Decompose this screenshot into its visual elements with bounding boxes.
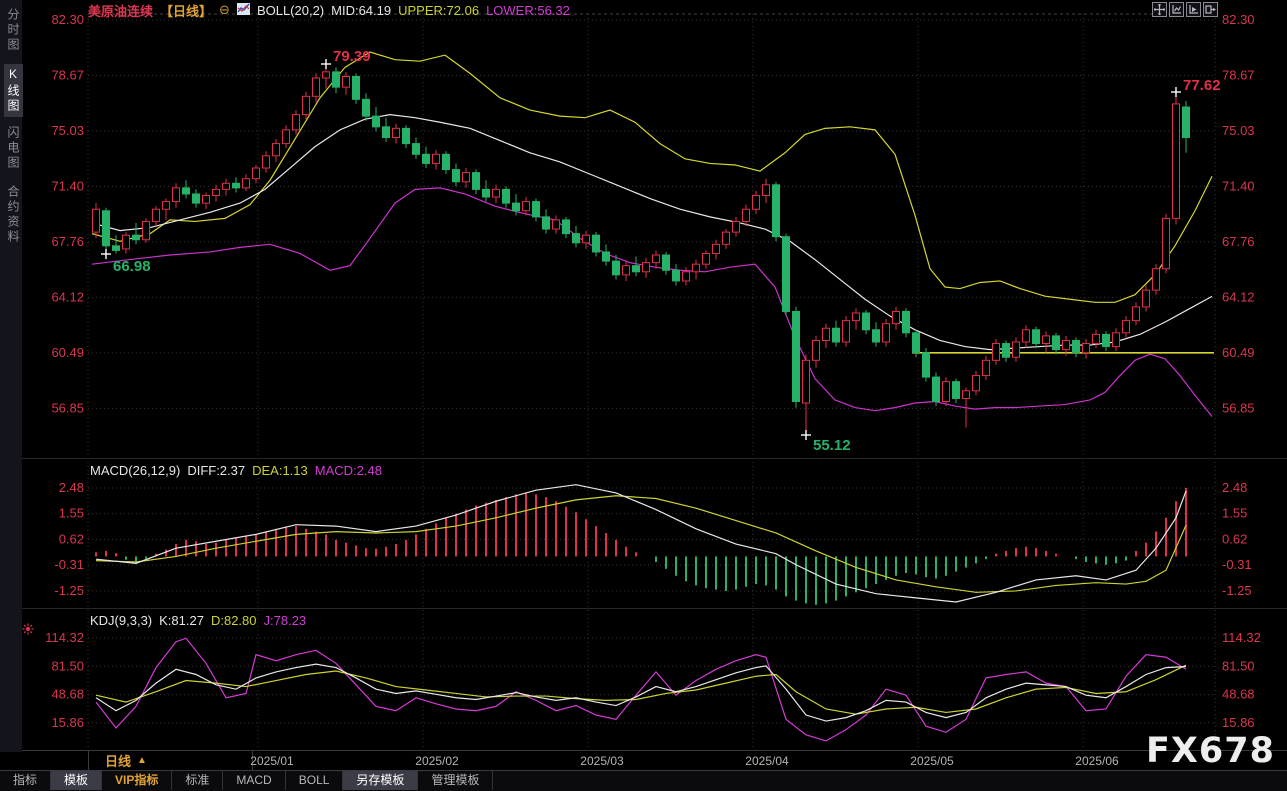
pan-icon[interactable] (1152, 2, 1167, 17)
kdj-j-value: J:78.23 (264, 613, 307, 628)
tab-vip-indicators[interactable]: VIP指标 (102, 771, 172, 790)
main-pane-header: 美原油连续 【日线】 ⊖ BOLL(20,2) MID:64.19 UPPER:… (88, 2, 570, 18)
svg-text:79.39: 79.39 (333, 48, 371, 65)
period-selector[interactable]: 日线 ▲ (88, 751, 253, 770)
svg-text:114.32: 114.32 (45, 630, 84, 645)
sidebar-item-timeline-chart[interactable]: 分时图 (4, 5, 23, 56)
chart-canvas[interactable]: 82.30 82.30 78.67 78.67 75.03 75.03 71.40 71.40… (0, 0, 1287, 752)
svg-text:114.32: 114.32 (1222, 630, 1261, 645)
svg-text:-1.25: -1.25 (54, 583, 84, 598)
sidebar-item-candle-chart[interactable]: K线图 (4, 64, 23, 117)
svg-text:67.76: 67.76 (51, 234, 84, 249)
x-axis-row: 日线 ▲ 2025/01 2025/02 2025/03 2025/04 2025/05… (0, 750, 1287, 771)
macd-macd-value: MACD:2.48 (315, 463, 382, 478)
svg-text:0.62: 0.62 (59, 531, 84, 546)
symbol-title: 美原油连续 (88, 1, 153, 20)
svg-text:66.98: 66.98 (113, 258, 151, 275)
axis-play-icon[interactable] (1186, 2, 1201, 17)
svg-text:75.03: 75.03 (51, 123, 84, 138)
svg-text:56.85: 56.85 (1222, 400, 1255, 415)
collapse-panel-icon[interactable] (1203, 2, 1218, 17)
annotations-layer: 79.39 66.98 55.12 77.62 (101, 48, 1221, 454)
svg-text:81.50: 81.50 (51, 658, 84, 673)
svg-text:81.50: 81.50 (1222, 658, 1255, 673)
svg-text:60.49: 60.49 (1222, 345, 1255, 360)
period-label: 【日线】 (160, 1, 212, 20)
svg-text:75.03: 75.03 (1222, 123, 1255, 138)
boll-param-label: BOLL(20,2) (257, 3, 324, 18)
svg-text:64.12: 64.12 (51, 289, 84, 304)
svg-text:71.40: 71.40 (1222, 178, 1255, 193)
svg-text:67.76: 67.76 (1222, 234, 1255, 249)
svg-text:48.68: 48.68 (1222, 687, 1255, 702)
boll-lower-value: LOWER:56.32 (486, 3, 570, 18)
svg-text:-0.31: -0.31 (54, 557, 84, 572)
macd-diff-value: DIFF:2.37 (187, 463, 245, 478)
svg-text:1.55: 1.55 (59, 506, 84, 521)
svg-text:56.85: 56.85 (51, 400, 84, 415)
svg-text:78.67: 78.67 (51, 67, 84, 82)
kdj-d-value: D:82.80 (211, 613, 257, 628)
sidebar-item-flash-chart[interactable]: 闪电图 (4, 123, 23, 174)
svg-text:78.67: 78.67 (1222, 67, 1255, 82)
fx678-watermark: FX678 (1146, 731, 1275, 771)
tab-boll[interactable]: BOLL (286, 771, 344, 790)
chart-mini-icon[interactable] (237, 3, 250, 18)
bottom-tab-bar: 指标 模板 VIP指标 标准 MACD BOLL 另存模板 管理模板 (0, 770, 1287, 791)
x-axis-label: 2025/05 (900, 754, 964, 768)
x-axis-label: 2025/04 (735, 754, 799, 768)
x-axis-label: 2025/01 (240, 754, 304, 768)
svg-text:71.40: 71.40 (51, 178, 84, 193)
svg-text:64.12: 64.12 (1222, 289, 1255, 304)
tab-save-template[interactable]: 另存模板 (343, 771, 418, 790)
x-axis-label: 2025/02 (405, 754, 469, 768)
svg-text:48.68: 48.68 (51, 687, 84, 702)
kdj-settings-icon[interactable] (22, 622, 34, 640)
svg-text:82.30: 82.30 (1222, 12, 1255, 27)
x-axis-label: 2025/06 (1065, 754, 1129, 768)
x-axis-label: 2025/03 (570, 754, 634, 768)
macd-param-label: MACD(26,12,9) (90, 463, 180, 478)
period-selector-arrow-icon: ▲ (131, 755, 147, 766)
svg-text:-1.25: -1.25 (1222, 583, 1252, 598)
candles-layer (93, 64, 1190, 434)
svg-text:77.62: 77.62 (1183, 77, 1221, 94)
svg-text:15.86: 15.86 (1222, 715, 1255, 730)
grid-layer: 82.30 82.30 78.67 78.67 75.03 75.03 71.40 71.40… (0, 12, 1287, 748)
svg-text:2.48: 2.48 (59, 480, 84, 495)
tab-templates[interactable]: 模板 (51, 771, 102, 790)
kdj-pane-header: KDJ(9,3,3) K:81.27 D:82.80 J:78.23 (90, 612, 306, 628)
period-selector-label: 日线 (89, 751, 131, 770)
kdj-k-value: K:81.27 (159, 613, 204, 628)
svg-text:82.30: 82.30 (51, 12, 84, 27)
svg-text:2.48: 2.48 (1222, 480, 1247, 495)
tab-standard[interactable]: 标准 (172, 771, 223, 790)
boll-mid-value: MID:64.19 (331, 3, 391, 18)
tab-indicators[interactable]: 指标 (0, 771, 51, 790)
chart-toolbar (1152, 2, 1218, 17)
svg-text:55.12: 55.12 (813, 437, 851, 454)
svg-text:1.55: 1.55 (1222, 506, 1247, 521)
trading-app-window: 82.30 82.30 78.67 78.67 75.03 75.03 71.40 71.40… (0, 0, 1287, 790)
macd-pane-header: MACD(26,12,9) DIFF:2.37 DEA:1.13 MACD:2.… (90, 462, 382, 478)
tab-manage-template[interactable]: 管理模板 (418, 771, 493, 790)
kdj-layer (96, 638, 1186, 741)
collapse-indicator-icon[interactable]: ⊖ (219, 4, 230, 16)
tab-macd[interactable]: MACD (223, 771, 285, 790)
svg-text:-0.31: -0.31 (1222, 557, 1252, 572)
macd-dea-value: DEA:1.13 (252, 463, 308, 478)
chart-type-sidebar: 分时图 K线图 闪电图 合约资料 (0, 0, 22, 752)
svg-text:15.86: 15.86 (51, 715, 84, 730)
svg-text:60.49: 60.49 (51, 345, 84, 360)
bollinger-bands-layer (92, 52, 1214, 416)
macd-layer (96, 485, 1186, 605)
sidebar-item-contract-info[interactable]: 合约资料 (4, 182, 23, 248)
boll-upper-value: UPPER:72.06 (398, 3, 479, 18)
kdj-param-label: KDJ(9,3,3) (90, 613, 152, 628)
axis-scale-icon[interactable] (1169, 2, 1184, 17)
svg-text:0.62: 0.62 (1222, 531, 1247, 546)
